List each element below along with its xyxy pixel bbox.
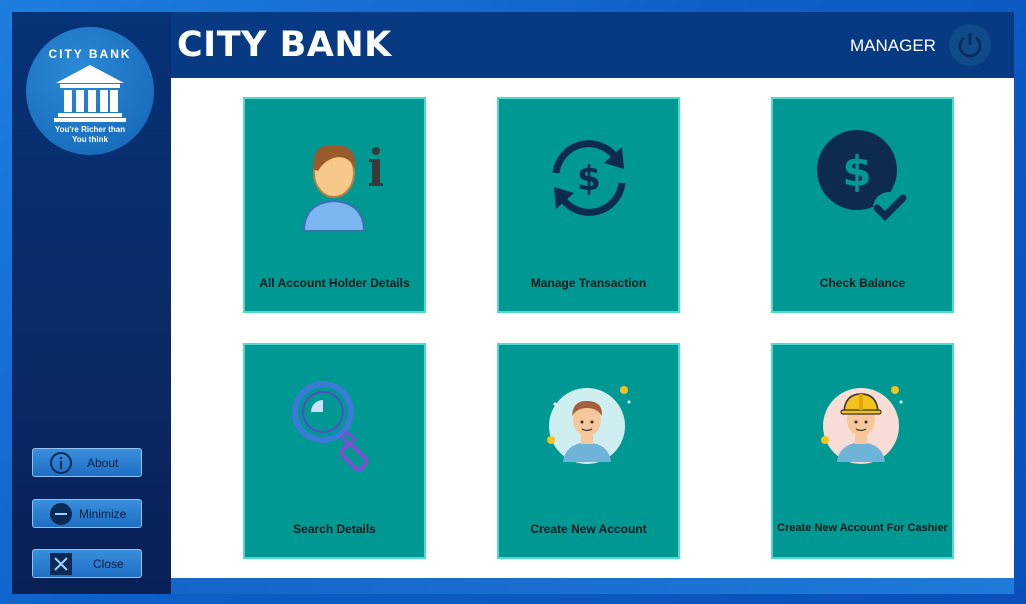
tile-label: Create New Account	[530, 522, 647, 536]
tile-account-holder-details[interactable]: All Account Holder Details	[243, 97, 426, 313]
dollar-check-icon: $	[816, 130, 906, 224]
tile-label: Search Details	[293, 522, 376, 536]
main-content: All Account Holder Details $ Manage Tran…	[171, 78, 1014, 578]
bank-logo: CITY BANK You're Richer than You think	[26, 27, 154, 155]
sidebar: CITY BANK You're Richer than You think A…	[12, 12, 171, 594]
tile-label: Check Balance	[819, 276, 906, 290]
tile-label: Manage Transaction	[530, 276, 647, 290]
tile-manage-transaction[interactable]: $ Manage Transaction	[497, 97, 680, 313]
tile-create-cashier-account[interactable]: Create New Account For Cashier	[771, 343, 954, 559]
tile-label: Create New Account For Cashier	[777, 522, 948, 534]
app-title: CITY BANK	[177, 25, 392, 65]
minimize-button[interactable]: Minimize	[32, 499, 142, 528]
tile-label: All Account Holder Details	[259, 276, 410, 290]
tile-search-details[interactable]: Search Details	[243, 343, 426, 559]
logo-bank-name: CITY BANK	[48, 47, 132, 61]
minus-icon	[50, 502, 72, 525]
header: CITY BANK MANAGER	[171, 12, 1014, 78]
about-button[interactable]: About	[32, 448, 142, 477]
tile-create-new-account[interactable]: Create New Account	[497, 343, 680, 559]
app-window: CITY BANK You're Richer than You think A…	[12, 12, 1014, 594]
magnifier-icon	[291, 381, 368, 472]
bank-building-icon	[54, 65, 126, 122]
close-label: Close	[93, 556, 124, 571]
close-button[interactable]: Close	[32, 549, 142, 578]
dollar-exchange-icon: $	[552, 140, 625, 216]
new-user-avatar-icon	[546, 386, 630, 464]
account-holder-info-icon	[302, 144, 383, 232]
minimize-label: Minimize	[79, 506, 127, 521]
svg-text:$: $	[842, 147, 871, 196]
bottom-strip	[171, 578, 1014, 594]
user-role: MANAGER	[850, 36, 936, 55]
svg-text:$: $	[577, 159, 601, 199]
logo-tagline: You're Richer than You think	[54, 125, 126, 144]
logout-button[interactable]	[949, 24, 991, 66]
cashier-avatar-icon	[820, 386, 902, 464]
close-icon	[50, 552, 72, 575]
power-icon	[958, 33, 982, 58]
about-label: About	[87, 455, 119, 470]
info-icon	[50, 451, 72, 474]
tile-check-balance[interactable]: $ Check Balance	[771, 97, 954, 313]
